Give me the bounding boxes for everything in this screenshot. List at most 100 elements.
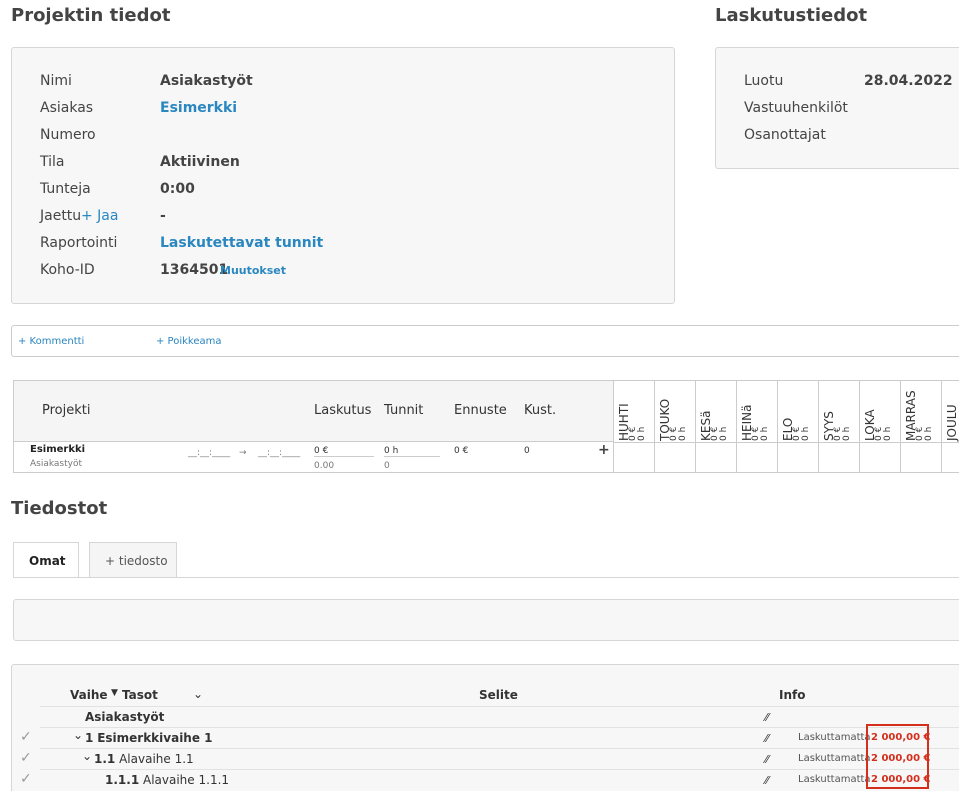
month-hours: 0 h — [801, 426, 811, 441]
project-info-value: - — [160, 208, 166, 224]
sort-down-icon[interactable]: ▼ — [111, 688, 118, 698]
phase-label: Alavaihe 1.1 — [119, 752, 194, 766]
project-info-label: Raportointi — [40, 235, 118, 251]
month-hours: 0 h — [842, 426, 852, 441]
project-info-value: 0:00 — [160, 181, 195, 197]
phase-label: Esimerkkivaihe 1 — [97, 731, 213, 745]
col-cost: Kust. — [524, 403, 557, 418]
col-phase[interactable]: Vaihe — [70, 688, 108, 702]
month-column: LOKA 0 €0 h — [859, 381, 900, 473]
month-hours: 0 h — [719, 426, 729, 441]
edit-icon[interactable]: ⁄⁄ — [765, 753, 769, 766]
date-arrow: → — [239, 448, 247, 458]
phase-name: 1 Esimerkkivaihe 1 — [85, 731, 213, 745]
cost-value: 0 — [524, 446, 530, 456]
col-info: Info — [779, 688, 806, 702]
project-info-value: Asiakastyöt — [160, 73, 253, 89]
phase-code: 1 — [85, 731, 94, 745]
project-info-label: Jaettu — [40, 208, 82, 224]
row-project: Asiakastyöt — [30, 459, 83, 469]
month-column: MARRAS 0 €0 h — [900, 381, 941, 473]
project-info-label: Numero — [40, 127, 96, 143]
expand-chevron-icon[interactable]: ⌄ — [73, 728, 83, 742]
phase-label: Alavaihe 1.1.1 — [143, 773, 230, 787]
month-column: JOULU — [941, 381, 959, 473]
month-hours: 0 h — [883, 426, 893, 441]
billing-status: Laskuttamatta — [798, 774, 871, 785]
billing-info-label: Vastuuhenkilöt — [744, 100, 848, 116]
date-to-input[interactable]: __:__:____ — [258, 448, 300, 458]
month-column: HEINä 0 €0 h — [736, 381, 777, 473]
phase-name: 1.1 Alavaihe 1.1 — [94, 752, 194, 766]
add-row-icon[interactable]: + — [598, 442, 610, 458]
check-icon[interactable]: ✓ — [20, 771, 32, 787]
col-forecast: Ennuste — [454, 403, 507, 418]
month-hours: 0 h — [924, 426, 934, 441]
phase-code: 1.1.1 — [105, 773, 140, 787]
billing-input[interactable]: 0 € — [314, 446, 374, 457]
month-name: JOULU — [945, 404, 959, 441]
month-hours: 0 h — [637, 426, 647, 441]
month-column: SYYS 0 €0 h — [818, 381, 859, 473]
month-column: ELO 0 €0 h — [777, 381, 818, 473]
project-info-label: Tila — [40, 154, 65, 170]
phase-row[interactable]: ✓ ⌄ 1 Esimerkkivaihe 1 ⁄⁄ Laskuttamatta 2 000… — [20, 727, 959, 748]
changes-link[interactable]: Muutokset — [220, 264, 286, 277]
project-info-value: 1364501 — [160, 262, 229, 278]
add-comment-link[interactable]: + Kommentti — [18, 336, 84, 347]
month-column: KESä 0 €0 h — [695, 381, 736, 473]
tab-own-files[interactable]: Omat — [13, 542, 79, 578]
phase-row[interactable]: ✓ 1.1.1 Alavaihe 1.1.1 ⁄⁄ Laskuttamatta 2 00… — [20, 769, 959, 790]
files-dropzone[interactable] — [13, 599, 959, 641]
expand-chevron-icon[interactable]: ⌄ — [82, 749, 92, 763]
add-deviation-link[interactable]: + Poikkeama — [156, 336, 222, 347]
phase-project-name: Asiakastyöt — [85, 710, 165, 724]
phase-row[interactable]: ✓ ⌄ 1.1 Alavaihe 1.1 ⁄⁄ Laskuttamatta 2 000,0… — [20, 748, 959, 769]
col-description: Selite — [479, 688, 518, 702]
tab-own-files-label: Omat — [29, 554, 66, 568]
levels-select[interactable]: Tasot — [122, 688, 158, 702]
project-info-label: Nimi — [40, 73, 72, 89]
phase-project-row[interactable]: Asiakastyöt ⁄⁄ — [40, 706, 959, 727]
project-info-label: Asiakas — [40, 100, 94, 116]
tab-divider — [13, 577, 959, 578]
billing-info-value: 28.04.2022 — [864, 73, 953, 89]
files-title: Tiedostot — [11, 498, 108, 519]
row-customer[interactable]: Esimerkki — [30, 444, 85, 455]
month-column: TOUKO 0 €0 h — [654, 381, 695, 473]
hours-input[interactable]: 0 h — [384, 446, 440, 457]
billing-status: Laskuttamatta — [798, 732, 871, 743]
billing-sub: 0.00 — [314, 461, 335, 471]
hours-sub: 0 — [384, 461, 390, 471]
month-column: HUHTI 0 €0 h — [613, 381, 654, 473]
col-project: Projekti — [42, 403, 91, 418]
project-info-value[interactable]: Esimerkki — [160, 100, 237, 116]
tab-add-file[interactable]: + tiedosto — [89, 542, 177, 578]
check-icon[interactable]: ✓ — [20, 729, 32, 745]
project-info-panel: Nimi Asiakastyöt Asiakas Esimerkki Numero Til… — [11, 47, 675, 304]
check-icon[interactable]: ✓ — [20, 750, 32, 766]
comment-bar: + Kommentti + Poikkeama — [11, 325, 959, 357]
phase-name: 1.1.1 Alavaihe 1.1.1 — [105, 773, 229, 787]
edit-icon[interactable]: ⁄⁄ — [765, 711, 769, 724]
tab-add-file-label: + tiedosto — [105, 554, 168, 568]
phase-code: 1.1 — [94, 752, 116, 766]
billing-info-title: Laskutustiedot — [715, 5, 868, 26]
col-hours: Tunnit — [384, 403, 424, 418]
month-hours: 0 h — [678, 426, 688, 441]
chevron-down-icon[interactable]: ⌄ — [193, 687, 203, 701]
billing-status: Laskuttamatta — [798, 753, 871, 764]
project-info-label: Koho-ID — [40, 262, 95, 278]
edit-icon[interactable]: ⁄⁄ — [765, 774, 769, 787]
project-info-title: Projektin tiedot — [11, 5, 171, 26]
edit-icon[interactable]: ⁄⁄ — [765, 732, 769, 745]
project-info-value[interactable]: Laskutettavat tunnit — [160, 235, 323, 251]
billing-info-label: Osanottajat — [744, 127, 826, 143]
amount-highlight-box — [866, 724, 929, 789]
project-info-label: Tunteja — [40, 181, 91, 197]
billing-info-label: Luotu — [744, 73, 784, 89]
forecast-value: 0 € — [454, 446, 469, 456]
share-link[interactable]: + Jaa — [81, 208, 118, 224]
date-from-input[interactable]: __:__:____ — [188, 448, 230, 458]
budget-table: Projekti Laskutus Tunnit Ennuste Kust. E… — [13, 380, 959, 473]
